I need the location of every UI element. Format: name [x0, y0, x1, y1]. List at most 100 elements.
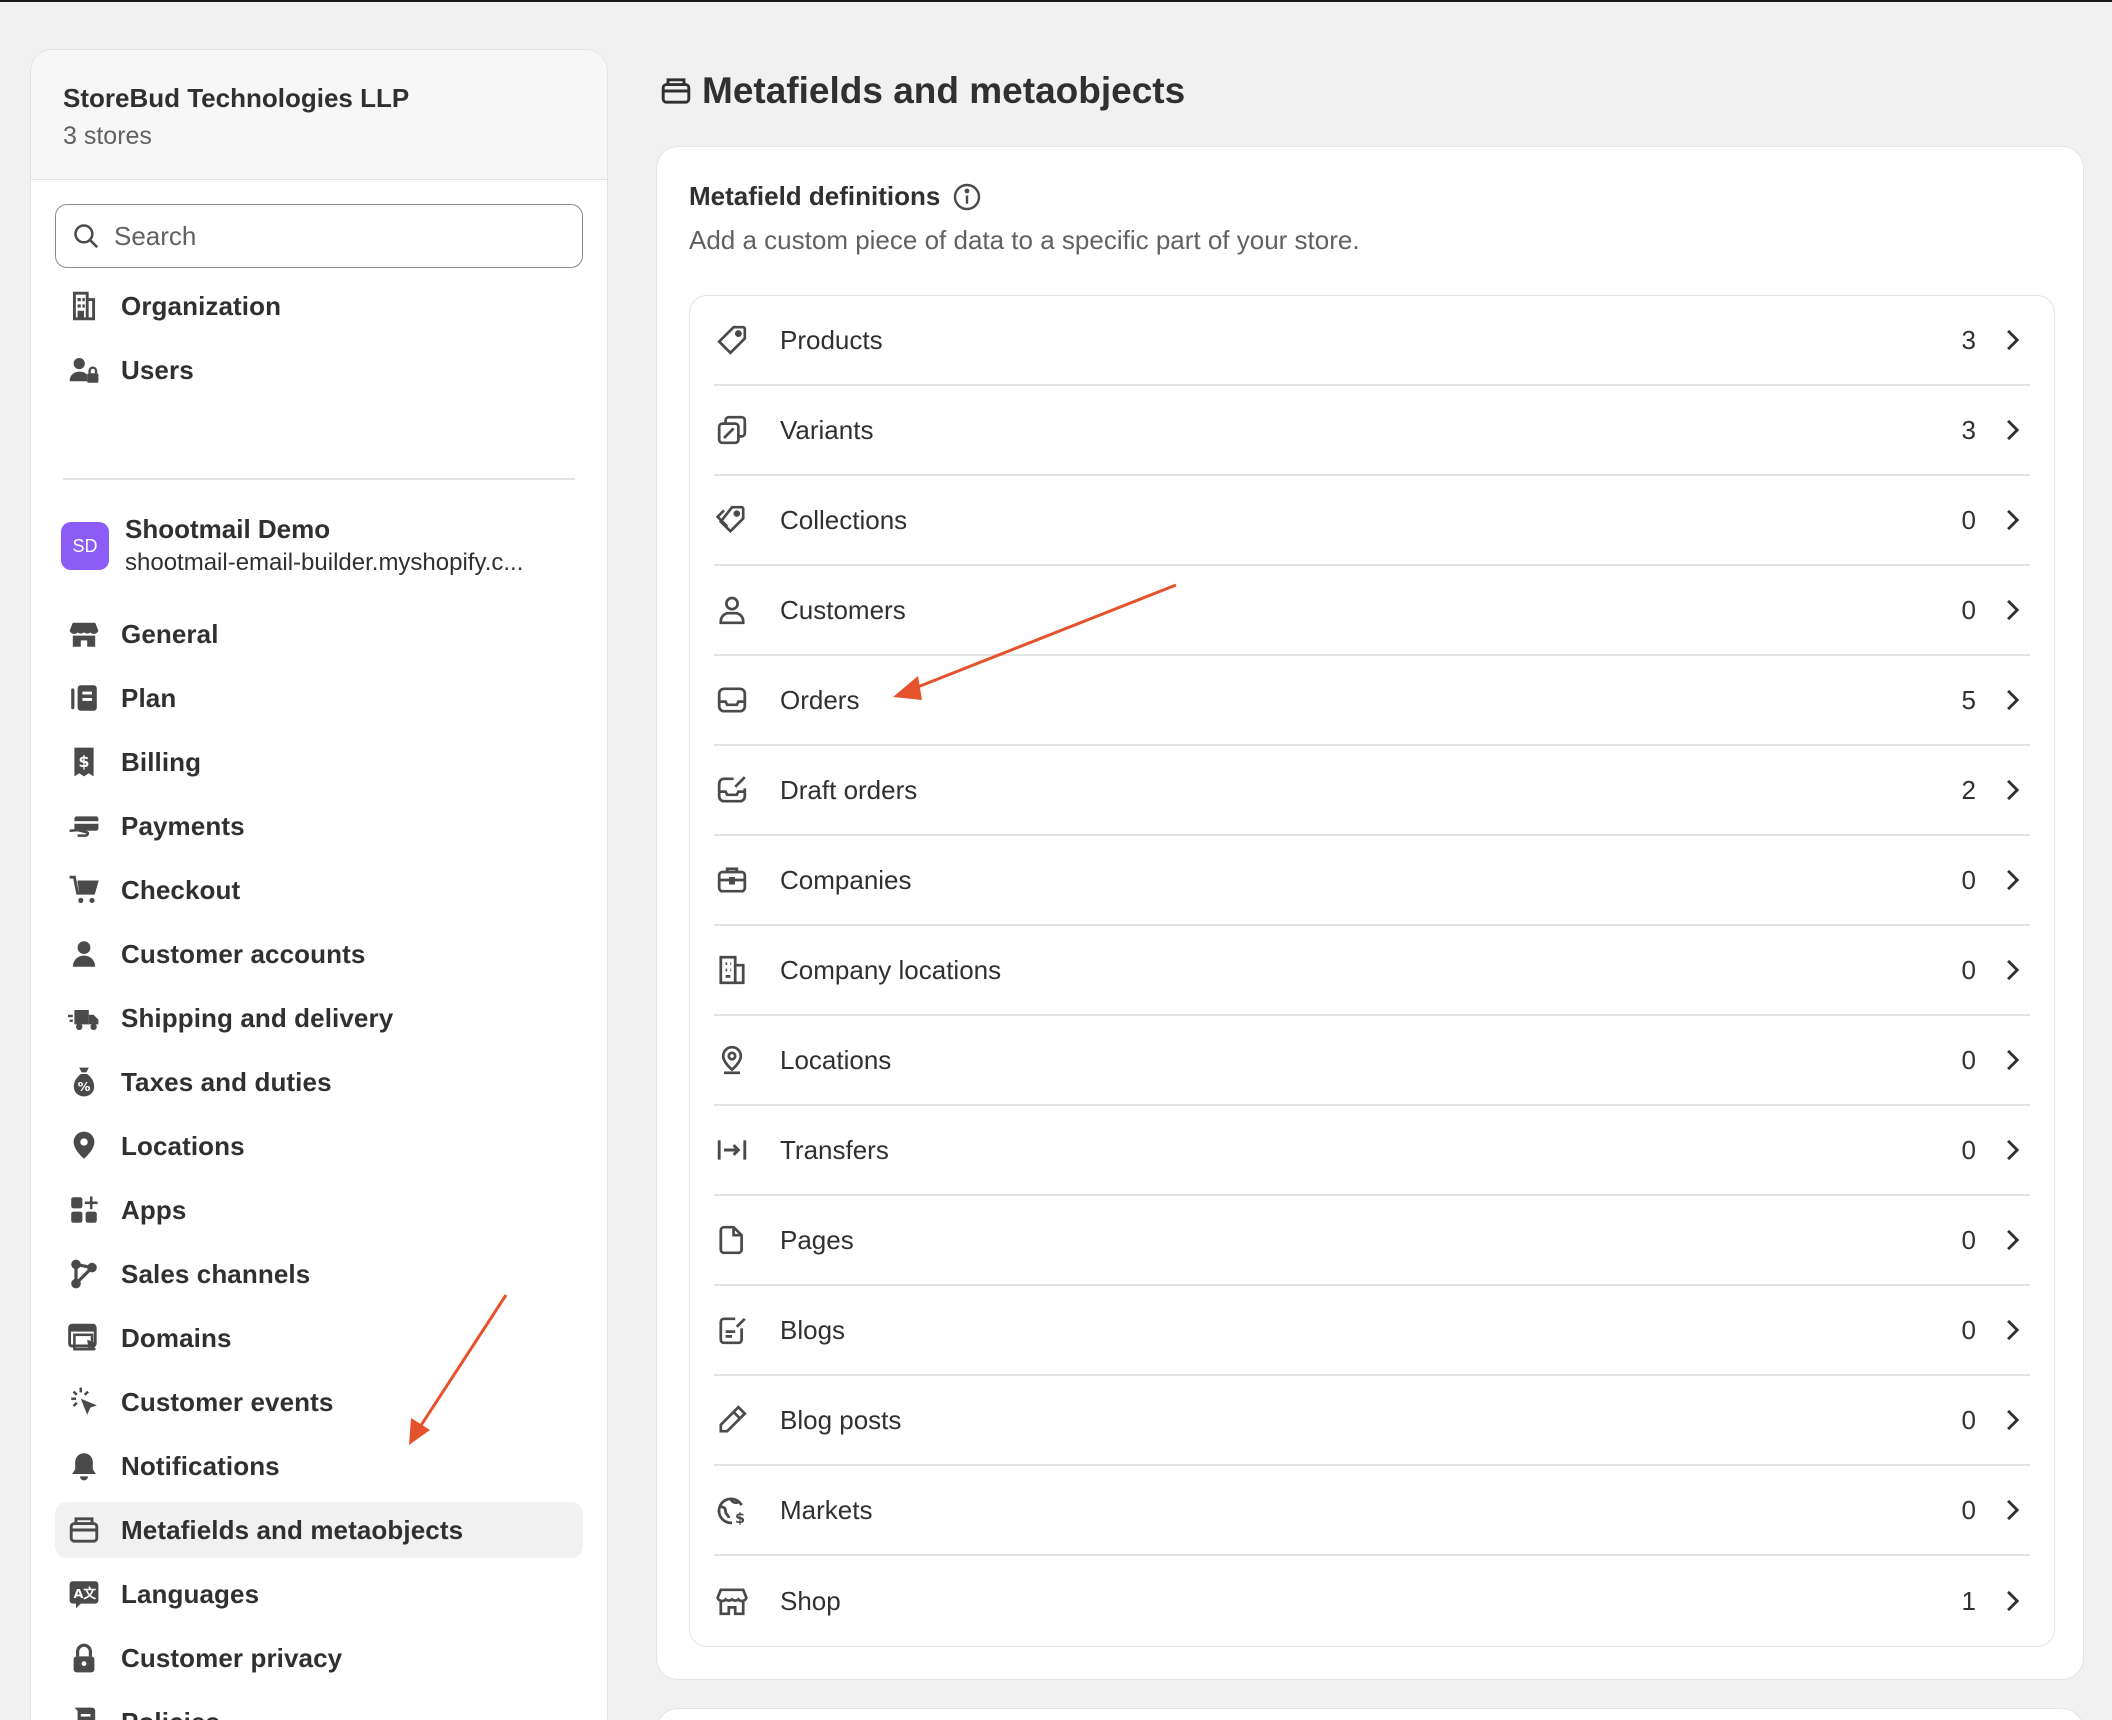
definition-row-company-locations[interactable]: Company locations 0 [714, 926, 2030, 1016]
svg-text:文: 文 [83, 1586, 96, 1602]
draft-order-icon [714, 772, 750, 808]
definition-count: 5 [1961, 684, 1976, 715]
chevron-right-icon [1994, 862, 2030, 898]
sidebar-item-apps[interactable]: Apps [55, 1182, 583, 1238]
cursor-click-icon [67, 1385, 101, 1419]
definition-label: Companies [780, 864, 912, 895]
definition-label: Customers [780, 594, 906, 625]
location-pin-icon [67, 1129, 101, 1163]
sidebar-item-taxes[interactable]: % Taxes and duties [55, 1054, 583, 1110]
sidebar-item-label: Domains [121, 1322, 232, 1353]
sidebar-item-customer-events[interactable]: Customer events [55, 1374, 583, 1430]
organization-header[interactable]: StoreBud Technologies LLP 3 stores [31, 50, 607, 180]
billing-icon: $ [67, 745, 101, 779]
definition-label: Draft orders [780, 774, 918, 805]
sidebar-item-label: Payments [121, 810, 245, 841]
transfer-icon [714, 1132, 750, 1168]
definition-row-orders[interactable]: Orders 5 [714, 656, 2030, 746]
definition-label: Variants [780, 414, 874, 445]
plan-icon [67, 681, 101, 715]
definition-count: 3 [1961, 414, 1976, 445]
definition-row-variants[interactable]: Variants 3 [714, 386, 2030, 476]
definition-count: 0 [1961, 864, 1976, 895]
chevron-right-icon [1994, 682, 2030, 718]
sidebar-item-label: Locations [121, 1130, 245, 1161]
definition-row-markets[interactable]: $ Markets 0 [714, 1466, 2030, 1556]
definition-count: 0 [1961, 1224, 1976, 1255]
payments-icon [67, 809, 101, 843]
apps-icon [67, 1193, 101, 1227]
definition-count: 0 [1961, 504, 1976, 535]
sidebar-item-languages[interactable]: A文 Languages [55, 1566, 583, 1622]
sidebar-item-organization[interactable]: Organization [55, 278, 583, 334]
building-icon [67, 289, 101, 323]
tag-icon [714, 322, 750, 358]
sidebar-item-metafields[interactable]: Metafields and metaobjects [55, 1502, 583, 1558]
definition-row-draft-orders[interactable]: Draft orders 2 [714, 746, 2030, 836]
definition-row-companies[interactable]: Companies 0 [714, 836, 2030, 926]
bell-icon [67, 1449, 101, 1483]
sidebar-item-label: Languages [121, 1578, 260, 1609]
definition-row-blog-posts[interactable]: Blog posts 0 [714, 1376, 2030, 1466]
definition-count: 3 [1961, 324, 1976, 355]
sidebar-item-label: Policies [121, 1707, 220, 1720]
svg-text:A: A [73, 1587, 83, 1602]
sidebar-item-label: Customer privacy [121, 1642, 343, 1673]
definition-label: Shop [780, 1585, 841, 1616]
definition-row-shop[interactable]: Shop 1 [714, 1556, 2030, 1646]
sidebar-item-label: Apps [121, 1194, 187, 1225]
definition-count: 2 [1961, 774, 1976, 805]
chevron-right-icon [1994, 1222, 2030, 1258]
sidebar-item-sales-channels[interactable]: Sales channels [55, 1246, 583, 1302]
sidebar-item-policies[interactable]: Policies [55, 1694, 583, 1720]
sidebar-item-notifications[interactable]: Notifications [55, 1438, 583, 1494]
search-field[interactable] [55, 204, 583, 268]
domains-icon [67, 1321, 101, 1355]
definition-row-locations[interactable]: Locations 0 [714, 1016, 2030, 1106]
sidebar-item-label: Users [121, 354, 194, 385]
definition-row-blogs[interactable]: Blogs 0 [714, 1286, 2030, 1376]
company-building-icon [714, 952, 750, 988]
section-title-text: Metafield definitions [689, 181, 941, 211]
sidebar-item-label: Taxes and duties [121, 1066, 332, 1097]
sidebar-item-customer-privacy[interactable]: Customer privacy [55, 1630, 583, 1686]
globe-dollar-icon: $ [714, 1492, 750, 1528]
sidebar-item-label: Customer accounts [121, 938, 366, 969]
sidebar-item-billing[interactable]: $ Billing [55, 734, 583, 790]
sidebar-item-users[interactable]: Users [55, 342, 583, 398]
store-name: Shootmail Demo [125, 514, 331, 544]
inbox-icon [714, 682, 750, 718]
definition-row-customers[interactable]: Customers 0 [714, 566, 2030, 656]
store-switcher[interactable]: SD Shootmail Demo shootmail-email-builde… [61, 508, 581, 584]
chevron-right-icon [1994, 1402, 2030, 1438]
definition-label: Company locations [780, 954, 1002, 985]
briefcase-icon [714, 862, 750, 898]
customer-icon [714, 592, 750, 628]
definition-count: 0 [1961, 954, 1976, 985]
chevron-right-icon [1994, 502, 2030, 538]
sidebar-item-domains[interactable]: Domains [55, 1310, 583, 1366]
sidebar-item-shipping[interactable]: Shipping and delivery [55, 990, 583, 1046]
sidebar-item-general[interactable]: General [55, 606, 583, 662]
definition-row-transfers[interactable]: Transfers 0 [714, 1106, 2030, 1196]
chevron-right-icon [1994, 1042, 2030, 1078]
sidebar-item-payments[interactable]: Payments [55, 798, 583, 854]
definition-count: 1 [1961, 1585, 1976, 1616]
definition-row-pages[interactable]: Pages 0 [714, 1196, 2030, 1286]
search-input[interactable] [114, 220, 554, 252]
sidebar-item-checkout[interactable]: Checkout [55, 862, 583, 918]
svg-text:%: % [78, 1080, 91, 1095]
language-icon: A文 [67, 1577, 101, 1611]
definition-label: Pages [780, 1224, 854, 1255]
sidebar-item-locations[interactable]: Locations [55, 1118, 583, 1174]
chevron-right-icon [1994, 592, 2030, 628]
sidebar-item-label: Billing [121, 746, 202, 777]
sidebar-item-customer-accounts[interactable]: Customer accounts [55, 926, 583, 982]
definition-row-products[interactable]: Products 3 [714, 296, 2030, 386]
tax-icon: % [67, 1065, 101, 1099]
definition-row-collections[interactable]: Collections 0 [714, 476, 2030, 566]
info-icon[interactable] [952, 182, 982, 212]
chevron-right-icon [1994, 952, 2030, 988]
sidebar-item-plan[interactable]: Plan [55, 670, 583, 726]
variants-icon [714, 412, 750, 448]
